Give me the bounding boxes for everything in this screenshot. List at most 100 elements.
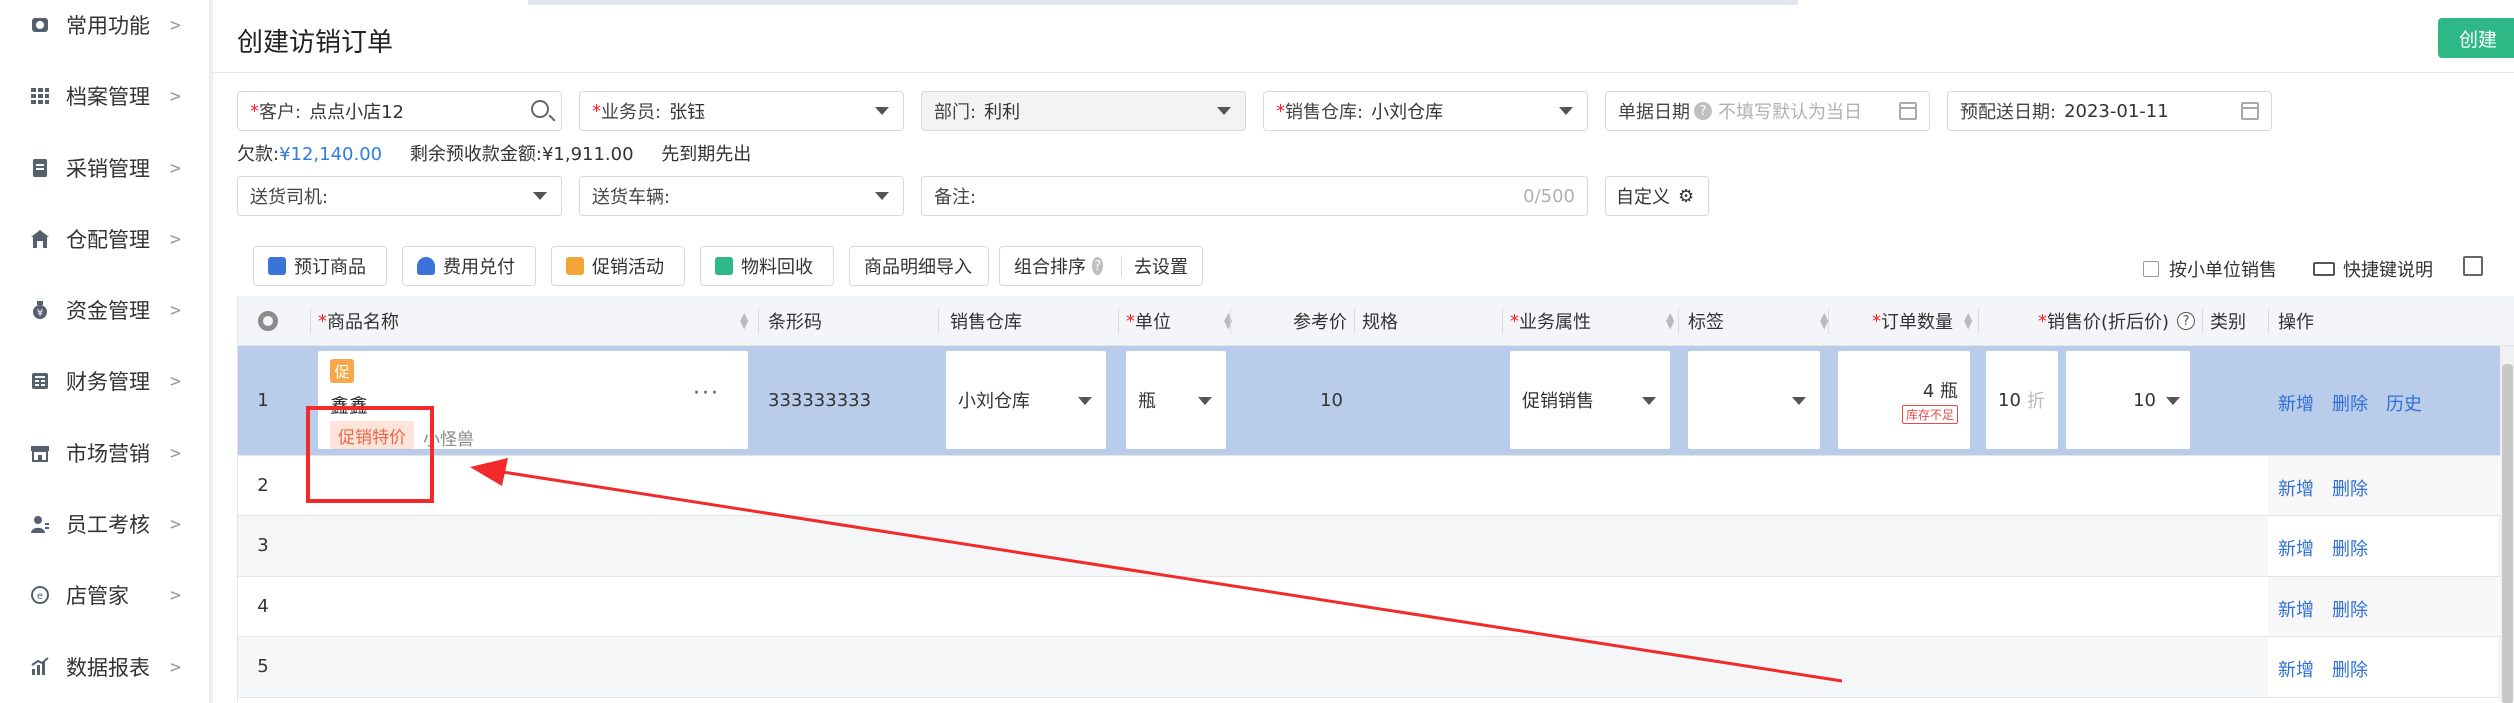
sidebar-item-archive[interactable]: 档案管理 > (0, 71, 210, 121)
salesman-select[interactable]: * 业务员: 张钰 (579, 91, 904, 131)
delete-row-link[interactable]: 删除 (2332, 660, 2368, 681)
more-icon[interactable]: ··· (693, 381, 720, 406)
sidebar-item-label: 采销管理 (66, 157, 150, 181)
delivery-date-picker[interactable]: 预配送日期: 2023-01-11 (1947, 91, 2272, 131)
chevron-right-icon: > (170, 85, 181, 107)
price-cell[interactable]: 10 (2066, 351, 2190, 449)
caret-down-icon (1792, 397, 1806, 405)
delete-row-link[interactable]: 删除 (2332, 600, 2368, 621)
caret-down-icon (1217, 107, 1231, 115)
sidebar-item-finance[interactable]: 财务管理 > (0, 356, 210, 406)
combo-sort-group[interactable]: 组合排序 ? 去设置 (999, 246, 1203, 286)
col-tag[interactable]: 标签 ▲ ▼ (1688, 296, 1828, 346)
fullscreen-icon[interactable] (2463, 256, 2483, 276)
preorder-button[interactable]: 预订商品 (253, 246, 387, 286)
sidebar-item-marketing[interactable]: 市场营销 > (0, 428, 210, 478)
sidebar-item-label: 档案管理 (66, 85, 150, 109)
department-select[interactable]: 部门: 利利 (921, 91, 1246, 131)
clipboard-icon (268, 257, 286, 275)
warehouse-select[interactable]: * 销售仓库: 小刘仓库 (1263, 91, 1588, 131)
col-warehouse: 销售仓库 (950, 296, 1022, 346)
help-icon[interactable]: ? (1092, 257, 1104, 275)
debt-info: 欠款:¥12,140.00 (237, 144, 382, 165)
custom-label: 自定义 (1616, 187, 1670, 208)
delete-row-link[interactable]: 删除 (2332, 539, 2368, 560)
ref-price-value: 10 (1320, 390, 1343, 411)
delete-row-link[interactable]: 删除 (2332, 479, 2368, 500)
add-row-link[interactable]: 新增 (2278, 660, 2314, 681)
unit-cell[interactable]: 瓶 (1126, 351, 1226, 449)
col-ref-price: 参考价 (1293, 296, 1347, 346)
qty-cell[interactable]: 4 瓶 库存不足 (1838, 351, 1970, 449)
delete-row-link[interactable]: 删除 (2332, 394, 2368, 415)
small-unit-checkbox[interactable] (2143, 261, 2159, 277)
barcode-value: 333333333 (768, 390, 872, 411)
sidebar-item-staff-review[interactable]: 员工考核 > (0, 499, 210, 549)
shop-keeper-icon: e (28, 583, 52, 607)
discount-cell[interactable]: 10 折 (1986, 351, 2058, 449)
help-icon[interactable]: ? (2177, 312, 2196, 330)
sidebar-item-label: 仓配管理 (66, 228, 150, 252)
preorder-label: 预订商品 (294, 257, 366, 278)
col-label: 单位 (1135, 312, 1171, 333)
sort-icon[interactable]: ▲ ▼ (1964, 311, 1972, 330)
sidebar-item-purchase-sales[interactable]: 采销管理 > (0, 143, 210, 193)
col-biz-attr[interactable]: * 业务属性 ▲ ▼ (1510, 296, 1674, 346)
driver-select[interactable]: 送货司机: (237, 176, 562, 216)
warehouse-cell[interactable]: 小刘仓库 (946, 351, 1106, 449)
required-mark: * (318, 310, 327, 332)
material-recycle-button[interactable]: 物料回收 (700, 246, 834, 286)
col-product-name[interactable]: * 商品名称 ▲ ▼ (318, 296, 748, 346)
ledger-icon (28, 369, 52, 393)
add-row-link[interactable]: 新增 (2278, 394, 2314, 415)
svg-text:e: e (37, 591, 43, 602)
debt-value[interactable]: ¥12,140.00 (279, 144, 382, 165)
sidebar-item-funds[interactable]: ¥ 资金管理 > (0, 285, 210, 335)
unit-value: 瓶 (1138, 391, 1156, 412)
import-details-button[interactable]: 商品明细导入 (849, 246, 989, 286)
customer-field[interactable]: * 客户: 点点小店12 (237, 91, 562, 131)
custom-fields-button[interactable]: 自定义 ⚙ (1605, 176, 1709, 216)
table-row[interactable]: 1 促 鑫鑫 促销特价 小怪兽 ··· 333333333 小刘仓库 瓶 10 … (238, 346, 2514, 456)
col-order-qty[interactable]: * 订单数量 ▲ ▼ (1872, 296, 1972, 346)
table-row[interactable]: 3 新增 删除 (238, 516, 2514, 577)
sort-icon[interactable]: ▲ ▼ (1224, 311, 1232, 330)
create-button[interactable]: 创建 (2438, 18, 2514, 58)
add-row-link[interactable]: 新增 (2278, 600, 2314, 621)
add-row-link[interactable]: 新增 (2278, 539, 2314, 560)
col-category: 类别 (2210, 296, 2246, 346)
help-icon[interactable]: ? (1694, 102, 1712, 120)
sidebar-item-reports[interactable]: 数据报表 > (0, 642, 210, 692)
sort-icon[interactable]: ▲ ▼ (740, 311, 748, 330)
table-scrollbar[interactable] (2500, 346, 2514, 703)
product-name-cell[interactable]: 促 鑫鑫 促销特价 小怪兽 ··· (318, 351, 748, 450)
biz-attr-cell[interactable]: 促销销售 (1510, 351, 1670, 449)
small-unit-toggle[interactable]: 按小单位销售 (2143, 256, 2277, 282)
promotion-button[interactable]: 促销活动 (551, 246, 685, 286)
sidebar-item-common[interactable]: 常用功能 > (0, 0, 210, 50)
history-link[interactable]: 历史 (2386, 394, 2422, 415)
remark-input[interactable]: 备注: 0/500 (921, 176, 1588, 216)
sort-icon[interactable]: ▲ ▼ (1666, 311, 1674, 330)
table-row[interactable]: 4 新增 删除 (238, 577, 2514, 637)
scroll-thumb[interactable] (2502, 364, 2513, 703)
vehicle-select[interactable]: 送货车辆: (579, 176, 904, 216)
col-unit[interactable]: * 单位 ▲ ▼ (1126, 296, 1232, 346)
table-row[interactable]: 5 新增 删除 (238, 637, 2514, 698)
shortcut-help-link[interactable]: 快捷键说明 (2313, 256, 2433, 282)
doc-date-picker[interactable]: 单据日期 ? 不填写默认为当日 (1605, 91, 1930, 131)
customer-value: 点点小店12 (309, 102, 404, 123)
table-row[interactable]: 2 新增 删除 (238, 456, 2514, 516)
col-label: 销售价(折后价) (2047, 312, 2170, 333)
settings-icon[interactable] (258, 311, 278, 331)
tag-cell[interactable] (1688, 351, 1820, 449)
calendar-icon (1899, 102, 1917, 120)
search-icon[interactable] (531, 100, 549, 118)
sidebar-item-warehouse[interactable]: 仓配管理 > (0, 214, 210, 264)
add-row-link[interactable]: 新增 (2278, 479, 2314, 500)
setup-link[interactable]: 去设置 (1134, 253, 1188, 279)
fee-redeem-button[interactable]: 费用兑付 (402, 246, 536, 286)
promo-tag[interactable]: 促销特价 (330, 421, 414, 449)
account-info: 欠款:¥12,140.00 剩余预收款金额:¥1,911.00 先到期先出 (237, 140, 773, 166)
sidebar-item-shop-keeper[interactable]: e 店管家 > (0, 570, 210, 620)
